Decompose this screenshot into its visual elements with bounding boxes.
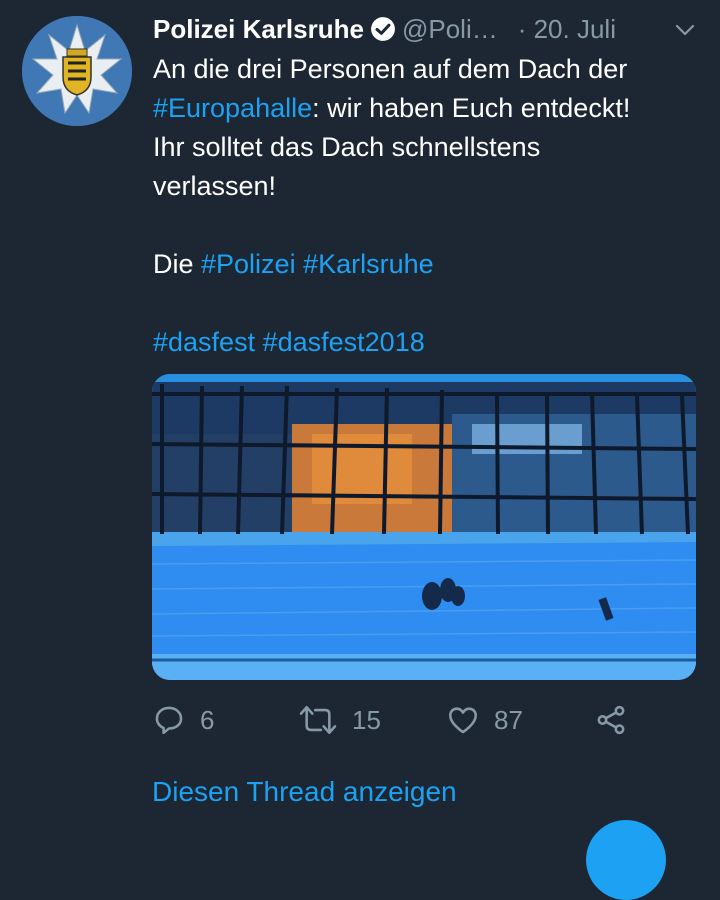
reply-button[interactable]: 6 <box>152 700 214 740</box>
show-thread-link[interactable]: Diesen Thread anzeigen <box>152 772 457 812</box>
hashtag-link[interactable]: #Polizei <box>201 249 296 279</box>
tweet-text: An die drei Personen auf dem Dach der #E… <box>153 50 708 362</box>
avatar[interactable] <box>22 16 132 126</box>
rooftop-surveillance-image <box>152 374 696 680</box>
tweet-text-line: Ihr solltet das Dach schnellstens <box>153 132 541 162</box>
share-icon <box>597 705 625 735</box>
author-name[interactable]: Polizei Karlsruhe <box>153 14 364 44</box>
tweet-header: Polizei Karlsruhe @Poli… · 20. Juli <box>153 14 704 44</box>
tweet-text-fragment: : wir haben Euch entdeckt! <box>312 93 631 123</box>
tweet-timestamp[interactable]: · 20. Juli <box>518 14 616 44</box>
tweet-text-line: Die #Polizei #Karlsruhe <box>153 245 708 284</box>
tweet-text-line: verlassen! <box>153 171 277 201</box>
hashtag-link[interactable]: #dasfest2018 <box>263 327 425 357</box>
tweet-photo[interactable] <box>152 374 696 680</box>
tweet-actions: 6 15 87 <box>152 700 652 740</box>
retweet-button[interactable]: 15 <box>298 700 381 740</box>
compose-tweet-button[interactable] <box>586 820 666 900</box>
like-button[interactable]: 87 <box>446 700 523 740</box>
share-button[interactable] <box>594 700 628 740</box>
retweet-icon <box>299 705 337 735</box>
hashtag-link[interactable]: #Europahalle <box>153 93 312 123</box>
author-handle[interactable]: @Poli… <box>402 14 498 44</box>
tweet-text-line: #Europahalle: wir haben Euch entdeckt! <box>153 89 708 128</box>
heart-icon <box>448 707 478 734</box>
tweet-text-line: #dasfest #dasfest2018 <box>153 323 708 362</box>
tweet-text-fragment: Die <box>153 249 202 279</box>
reply-icon <box>155 706 183 735</box>
verified-badge-icon <box>370 16 396 42</box>
like-count: 87 <box>494 704 523 735</box>
tweet-text-fragment <box>296 249 304 279</box>
hashtag-link[interactable]: #dasfest <box>153 327 255 357</box>
police-star-logo <box>22 16 132 126</box>
tweet-text-fragment <box>255 327 263 357</box>
retweet-count: 15 <box>352 704 381 735</box>
chevron-down-icon[interactable] <box>674 22 696 38</box>
hashtag-link[interactable]: #Karlsruhe <box>303 249 434 279</box>
tweet-text-line: An die drei Personen auf dem Dach der <box>153 54 628 84</box>
reply-count: 6 <box>200 704 215 735</box>
